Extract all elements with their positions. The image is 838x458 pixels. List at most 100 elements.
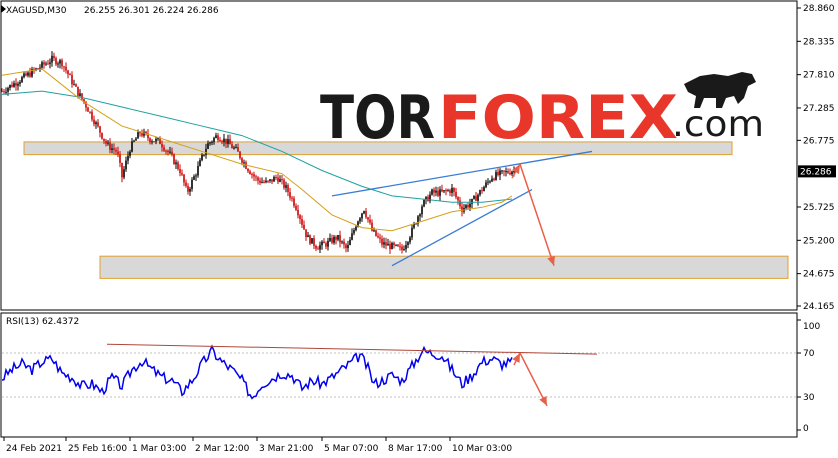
candle-body <box>393 242 395 246</box>
candle-body <box>311 238 313 244</box>
candle-body <box>235 147 237 149</box>
candle-body <box>205 148 207 155</box>
candle-body <box>503 170 505 172</box>
candle-body <box>105 140 107 144</box>
candle-body <box>49 62 51 64</box>
candle-body <box>183 174 185 183</box>
candle-body <box>115 149 117 152</box>
candle-body <box>505 171 507 173</box>
support-zone <box>99 255 789 279</box>
x-tick-label: 8 Mar 17:00 <box>388 444 443 454</box>
candle-body <box>369 219 371 223</box>
candle-body <box>63 66 65 68</box>
candle-body <box>405 245 407 250</box>
candle-body <box>87 107 89 112</box>
candle-body <box>479 190 481 195</box>
candle-body <box>295 205 297 210</box>
candle-body <box>69 74 71 76</box>
candle-body <box>215 135 217 138</box>
candle-body <box>343 241 345 245</box>
candle-body <box>203 154 205 156</box>
candle-body <box>99 126 101 133</box>
rsi-title: RSI(13) 62.4372 <box>6 317 79 327</box>
candle-body <box>345 244 347 249</box>
candle-body <box>77 86 79 96</box>
candle-body <box>57 63 59 65</box>
candle-body <box>449 190 451 193</box>
y-tick-label: 27.810 <box>803 71 835 81</box>
candle-body <box>391 242 393 250</box>
candle-body <box>477 194 479 201</box>
candle-body <box>59 60 61 64</box>
candle-body <box>347 245 349 249</box>
candle-body <box>107 142 109 144</box>
candle-body <box>313 238 315 246</box>
candle-body <box>443 190 445 192</box>
candle-body <box>275 177 277 179</box>
candle-body <box>351 233 353 240</box>
candle-body <box>307 235 309 238</box>
candle-body <box>101 132 103 139</box>
candle-body <box>127 155 129 161</box>
candle-body <box>331 238 333 243</box>
candle-body <box>257 177 259 181</box>
candle-body <box>153 141 155 143</box>
candle-body <box>269 179 271 181</box>
candle-body <box>493 178 495 180</box>
candle-body <box>237 147 239 152</box>
candle-body <box>171 151 173 155</box>
x-tick-label: 1 Mar 03:00 <box>132 444 187 454</box>
candle-body <box>509 172 511 175</box>
candle-body <box>213 137 215 142</box>
candle-body <box>435 190 437 193</box>
candle-body <box>409 237 411 243</box>
candle-body <box>113 148 115 150</box>
candle-body <box>149 138 151 142</box>
candle-body <box>349 239 351 246</box>
candle-body <box>75 84 77 87</box>
candle-body <box>483 187 485 192</box>
x-tick-label: 10 Mar 03:00 <box>452 444 512 454</box>
x-tick-label: 3 Mar 21:00 <box>259 444 314 454</box>
candle-body <box>381 238 383 245</box>
candle-body <box>103 138 105 141</box>
candle-body <box>227 139 229 144</box>
candle-body <box>387 243 389 246</box>
candle-body <box>511 171 513 175</box>
candle-body <box>21 77 23 83</box>
candle-body <box>271 179 273 182</box>
candle-body <box>485 182 487 188</box>
rsi-y-tick-label: 100 <box>803 322 820 332</box>
candle-body <box>15 83 17 86</box>
candle-body <box>89 111 91 113</box>
candle-body <box>55 58 57 65</box>
candle-body <box>325 243 327 247</box>
candle-body <box>23 73 25 78</box>
candle-body <box>371 222 373 231</box>
candle-body <box>181 173 183 175</box>
candle-body <box>157 138 159 140</box>
candle-body <box>291 197 293 199</box>
candle-body <box>19 82 21 84</box>
candle-body <box>453 187 455 192</box>
candle-body <box>195 175 197 177</box>
candle-body <box>383 242 385 245</box>
candle-body <box>329 238 331 241</box>
candle-body <box>341 241 343 243</box>
candle-body <box>293 198 295 206</box>
candle-body <box>61 60 63 67</box>
y-tick-label: 27.285 <box>803 104 835 114</box>
candle-body <box>5 91 7 93</box>
candle-body <box>365 211 367 218</box>
candle-body <box>305 229 307 238</box>
candle-body <box>7 88 9 92</box>
x-tick-label: 24 Feb 2021 <box>6 444 62 454</box>
candle-body <box>1 91 3 93</box>
candle-body <box>395 244 397 246</box>
candle-body <box>423 200 425 207</box>
candle-body <box>289 192 291 198</box>
candle-body <box>27 72 29 76</box>
logo-text-tor: TOR <box>320 83 435 153</box>
candle-body <box>11 84 13 87</box>
candle-body <box>439 189 441 196</box>
